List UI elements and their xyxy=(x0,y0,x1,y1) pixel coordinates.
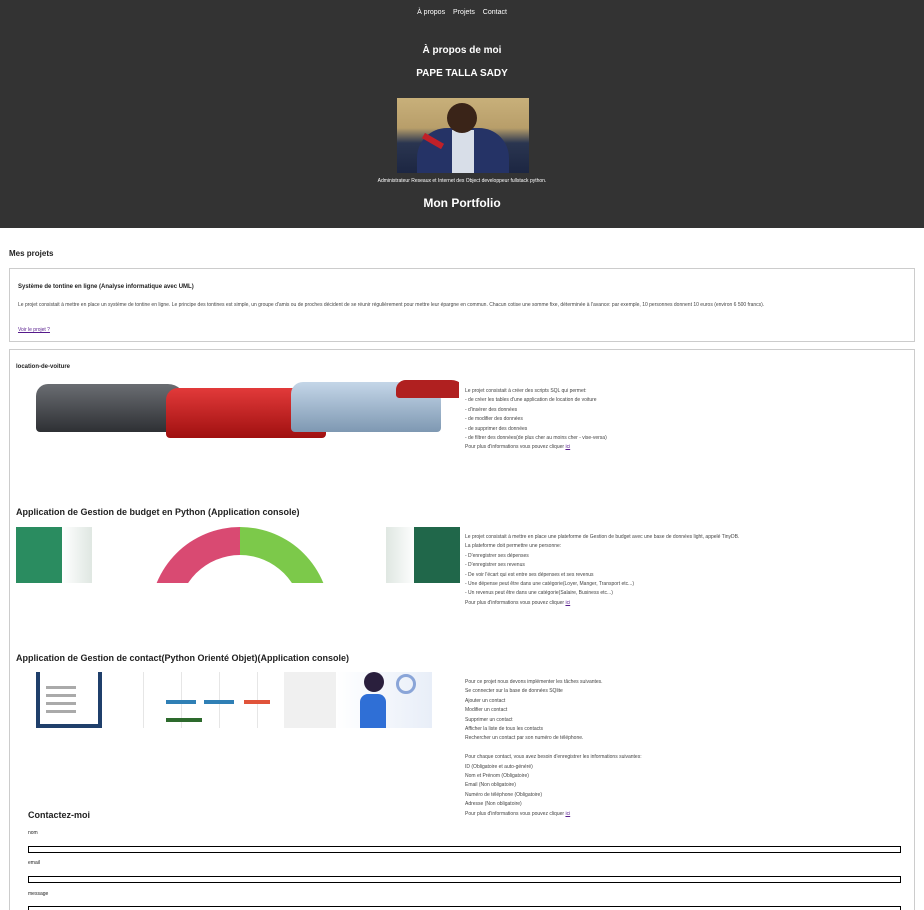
email-label: email xyxy=(28,860,40,866)
header: À propos Projets Contact À propos de moi… xyxy=(0,0,924,228)
message-label: message xyxy=(28,891,49,897)
nom-label: nom xyxy=(28,830,38,836)
desc-line: - D'enregistrer ses revenus xyxy=(465,562,525,569)
desc-line: - D'enregistrer ses dépenses xyxy=(465,552,529,559)
desc-line: Le projet consistait à mettre en place u… xyxy=(465,534,740,540)
desc-line: Nom et Prénom (Obligatoire) xyxy=(465,773,529,780)
desc-line: - de filtrer des données(de plus cher au… xyxy=(465,435,607,442)
email-input[interactable] xyxy=(28,876,901,883)
portfolio-title: Mon Portfolio xyxy=(423,196,501,210)
project-description-tontine: Le projet consistait à mettre en place u… xyxy=(18,302,765,308)
desc-more: Pour plus d'informations vous pouvez cli… xyxy=(465,444,571,451)
project-title-contact: Application de Gestion de contact(Python… xyxy=(16,653,350,663)
owner-name: PAPE TALLA SADY xyxy=(416,68,508,79)
profile-photo xyxy=(397,98,529,173)
desc-line: Modifier un contact xyxy=(465,707,508,714)
desc-more: Pour plus d'informations vous pouvez cli… xyxy=(465,810,571,817)
project-image-cars xyxy=(16,380,459,438)
project-title-budget: Application de Gestion de budget en Pyth… xyxy=(16,507,300,517)
contact-title: Contactez-moi xyxy=(28,810,91,820)
desc-line: Ajouter un contact xyxy=(465,697,506,704)
message-input[interactable] xyxy=(28,906,901,910)
desc-line: Numéro de téléphone (Obligatoire) xyxy=(465,791,542,798)
desc-line: ID (Obligatoire et auto-généré) xyxy=(465,763,533,770)
project-link-budget[interactable]: ici xyxy=(565,600,570,606)
nom-input[interactable] xyxy=(28,846,901,853)
project-description-location: Le projet consistait à créer des scripts… xyxy=(465,387,607,453)
desc-line: Pour ce projet nous devons implémenter l… xyxy=(465,679,603,685)
desc-line xyxy=(465,744,642,753)
project-description-budget: Le projet consistait à mettre en place u… xyxy=(465,533,739,608)
desc-line: - de modifier des données xyxy=(465,416,523,423)
project-description-contact: Pour ce projet nous devons implémenter l… xyxy=(465,678,642,819)
about-title: À propos de moi xyxy=(422,45,502,56)
project-card-tontine: Système de tontine en ligne (Analyse inf… xyxy=(9,268,915,342)
project-title-location: location-de-voiture xyxy=(16,364,71,370)
desc-line: Pour chaque contact, vous avez besoin d'… xyxy=(465,754,642,761)
nav-link-about[interactable]: À propos xyxy=(417,9,445,16)
project-link-tontine[interactable]: Voir le projet ? xyxy=(18,327,50,333)
project-image-contact xyxy=(16,672,432,728)
nav-bar: À propos Projets Contact xyxy=(0,9,924,16)
desc-line: - de créer les tables d'une application … xyxy=(465,397,597,404)
desc-line: - de supprimer des données xyxy=(465,425,528,432)
desc-line: La plateforme doit permettre une personn… xyxy=(465,543,562,550)
desc-line: - Un revenus peut être dans une catégori… xyxy=(465,590,613,597)
desc-line: Le projet consistait à créer des scripts… xyxy=(465,388,587,394)
desc-line: Afficher la liste de tous les contacts xyxy=(465,726,544,733)
desc-line: Rechercher un contact par son numéro de … xyxy=(465,735,584,742)
owner-role: Administrateur Reseaux et Internet des O… xyxy=(377,178,547,184)
desc-line: - d'insérer des données xyxy=(465,406,518,413)
nav-link-projects[interactable]: Projets xyxy=(453,9,475,16)
projects-section-title: Mes projets xyxy=(9,249,54,258)
desc-line: Se connecter sur la base de données SQli… xyxy=(465,688,563,695)
project-link-contact[interactable]: ici xyxy=(565,811,570,817)
desc-line: Supprimer un contact xyxy=(465,716,513,723)
desc-line: - De voir l'écart qui est entre ses dépe… xyxy=(465,571,594,578)
desc-line: - Une dépense peut être dans une catégor… xyxy=(465,581,634,588)
nav-link-contact[interactable]: Contact xyxy=(483,9,507,16)
project-image-budget xyxy=(16,527,460,583)
desc-line: Adresse (Non obligatoire) xyxy=(465,801,522,808)
project-title-tontine: Système de tontine en ligne (Analyse inf… xyxy=(18,284,194,290)
project-link-location[interactable]: ici xyxy=(565,444,570,450)
desc-line: Email (Non obligatoire) xyxy=(465,782,516,789)
desc-more: Pour plus d'informations vous pouvez cli… xyxy=(465,599,571,606)
